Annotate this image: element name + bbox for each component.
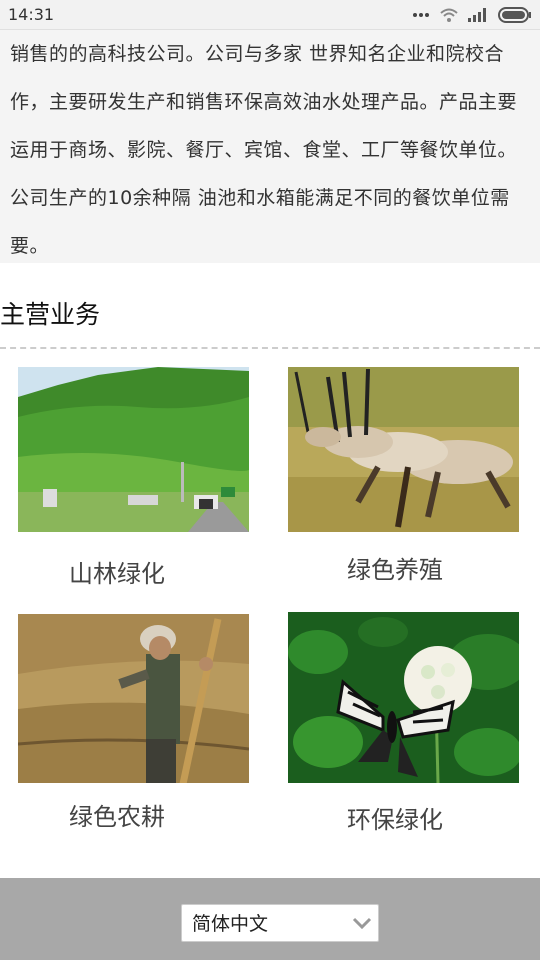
language-select-value: 简体中文 — [192, 913, 269, 935]
battery-icon — [498, 7, 531, 23]
forest-hill-highway-photo — [18, 367, 249, 532]
intro-paragraph: 销售的的高科技公司。公司与多家 世界知名企业和院校合作，主要研发生产和销售环保高… — [10, 43, 518, 257]
business-card-label: 绿色养殖 — [347, 556, 443, 584]
language-select[interactable]: 简体中文 — [181, 904, 379, 942]
butterfly-clover-photo — [288, 612, 519, 783]
section-title: 主营业务 — [0, 300, 101, 329]
business-card-label: 绿色农耕 — [69, 803, 165, 831]
footer: 简体中文 — [0, 878, 540, 960]
company-intro: 销售的的高科技公司。公司与多家 世界知名企业和院校合作，主要研发生产和销售环保高… — [0, 30, 540, 263]
business-card-label: 山林绿化 — [69, 560, 165, 588]
business-card-label: 环保绿化 — [347, 806, 443, 834]
chevron-down-icon — [352, 917, 372, 929]
status-time: 14:31 — [8, 5, 55, 24]
signal-icon — [468, 8, 486, 22]
more-dots-icon — [413, 13, 429, 17]
antelope-herd-photo — [288, 367, 519, 532]
status-bar: 14:31 — [0, 0, 540, 30]
dashed-divider — [0, 347, 540, 349]
wifi-icon — [440, 8, 458, 22]
farmer-hoeing-photo — [18, 614, 249, 783]
status-icons — [412, 6, 532, 24]
